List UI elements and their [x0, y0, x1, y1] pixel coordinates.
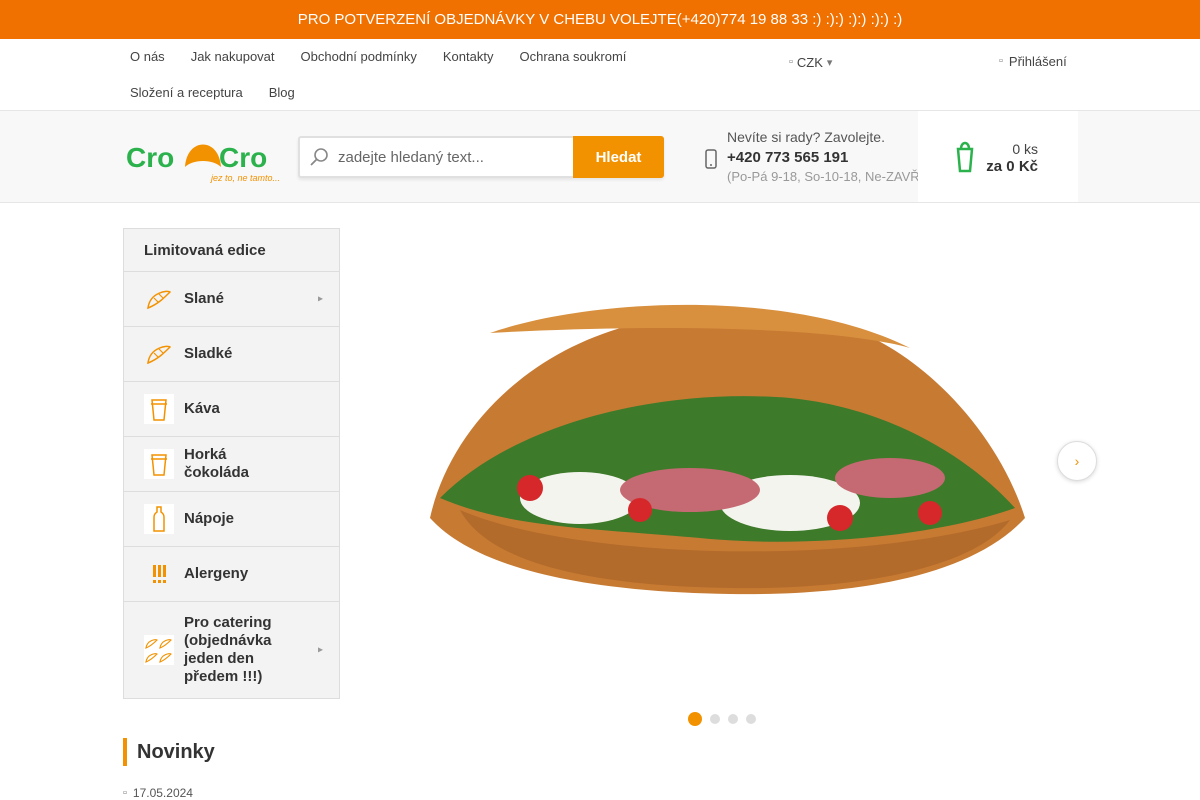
top-nav-links: O nás Jak nakupovat Obchodní podmínky Ko… — [122, 39, 722, 111]
login-link[interactable]: ▫ Přihlášení — [999, 48, 1067, 74]
login-label: Přihlášení — [1008, 53, 1067, 69]
user-icon: ▫ — [999, 55, 1003, 67]
slider-dot-1[interactable] — [688, 712, 702, 726]
cart-summary[interactable]: 0 ks za 0 Kč — [918, 111, 1078, 202]
chevron-right-icon: › — [1074, 453, 1080, 469]
logo-tagline: jez to, ne tamto... — [210, 173, 280, 183]
cart-icon — [956, 141, 974, 173]
contact-prompt: Nevíte si rady? Zavolejte. — [727, 129, 885, 145]
search-button[interactable]: Hledat — [573, 136, 664, 178]
croissant-icon — [147, 290, 172, 310]
nav-link-about[interactable]: O nás — [122, 39, 173, 75]
news-title: Novinky — [123, 738, 340, 766]
slider-dot-2[interactable] — [710, 714, 720, 724]
sidebar-item-catering[interactable]: Pro catering (objednávka jeden den přede… — [124, 602, 339, 698]
croissants-icon — [144, 635, 174, 665]
contact-hours: (Po-Pá 9-18, So-10-18, Ne-ZAVŘENO) — [727, 169, 918, 184]
news-section: Novinky ▫ 17.05.2024 — [123, 738, 340, 800]
slider-next-button[interactable]: › — [1057, 441, 1097, 481]
coffee-cup-icon — [144, 449, 174, 479]
announcement-bar: PRO POTVERZENÍ OBJEDNÁVKY V CHEBU VOLEJT… — [0, 0, 1200, 39]
nav-link-terms[interactable]: Obchodní podmínky — [293, 39, 425, 75]
slider-dot-3[interactable] — [728, 714, 738, 724]
nav-link-contacts[interactable]: Kontakty — [435, 39, 502, 75]
sidebar-item-alergeny[interactable]: Alergeny — [124, 547, 339, 602]
coffee-cup-icon — [144, 394, 174, 424]
logo-text-left: Cro — [126, 142, 174, 173]
sidebar-item-napoje[interactable]: Nápoje — [124, 492, 339, 547]
nav-link-ingredients[interactable]: Složení a receptura — [122, 75, 251, 111]
contact-info: Nevíte si rady? Zavolejte. +420 773 565 … — [705, 129, 918, 185]
cart-price: za 0 Kč — [986, 158, 1038, 175]
chevron-down-icon: ▾ — [826, 56, 833, 69]
chevron-right-icon: ▸ — [317, 293, 323, 305]
sidebar-heading[interactable]: Limitovaná edice — [124, 229, 339, 272]
sidebar-item-label: Slané — [184, 290, 225, 307]
currency-label: CZK — [796, 54, 823, 70]
site-logo[interactable]: Cro Cro jez to, ne tamto... — [123, 127, 283, 187]
news-date-value: 17.05.2024 — [132, 786, 193, 800]
site-header: Cro Cro jez to, ne tamto... Hledat Nevít… — [0, 111, 1200, 203]
search-icon — [300, 138, 338, 176]
hero-slide-image[interactable] — [370, 228, 1100, 738]
nav-link-how-to-buy[interactable]: Jak nakupovat — [183, 39, 283, 75]
sidebar-item-label: Nápoje — [184, 510, 235, 527]
slider-pagination — [688, 712, 756, 726]
croissant-icon — [147, 345, 172, 365]
calendar-icon: ▫ — [123, 787, 127, 799]
bottle-icon — [144, 504, 174, 534]
search-bar: Hledat — [298, 136, 664, 178]
sidebar-item-sladke[interactable]: Sladké — [124, 327, 339, 382]
sidebar-item-kava[interactable]: Káva — [124, 382, 339, 437]
contact-phone[interactable]: +420 773 565 191 — [727, 149, 848, 166]
news-date: ▫ 17.05.2024 — [123, 786, 340, 800]
cart-count: 0 ks — [1012, 141, 1038, 157]
sidebar-item-label: Horká čokoláda — [184, 446, 250, 481]
nav-link-privacy[interactable]: Ochrana soukromí — [511, 39, 634, 75]
search-input[interactable] — [338, 138, 573, 176]
category-sidebar: Limitovaná edice Slané ▸ Sladké Káva Hor… — [123, 228, 340, 699]
sidebar-item-label: Sladké — [184, 345, 233, 362]
currency-selector[interactable]: ▫ CZK ▾ — [789, 49, 832, 75]
phone-icon — [705, 149, 717, 169]
currency-icon: ▫ — [789, 56, 793, 68]
nav-link-blog[interactable]: Blog — [261, 75, 303, 111]
chevron-right-icon: ▸ — [317, 644, 323, 656]
exclamation-icon — [153, 565, 166, 583]
logo-croissant-icon — [185, 144, 221, 167]
sidebar-item-label: Alergeny — [184, 565, 249, 582]
sidebar-item-label: Káva — [184, 400, 220, 417]
logo-text-right: Cro — [219, 142, 267, 173]
sidebar-item-slane[interactable]: Slané ▸ — [124, 272, 339, 327]
top-navigation: O nás Jak nakupovat Obchodní podmínky Ko… — [0, 39, 1200, 111]
sidebar-item-horka-cokolada[interactable]: Horká čokoláda — [124, 437, 339, 492]
announcement-text: PRO POTVERZENÍ OBJEDNÁVKY V CHEBU VOLEJT… — [297, 11, 903, 28]
slider-dot-4[interactable] — [746, 714, 756, 724]
sidebar-item-label: Pro catering (objednávka jeden den přede… — [184, 614, 272, 685]
